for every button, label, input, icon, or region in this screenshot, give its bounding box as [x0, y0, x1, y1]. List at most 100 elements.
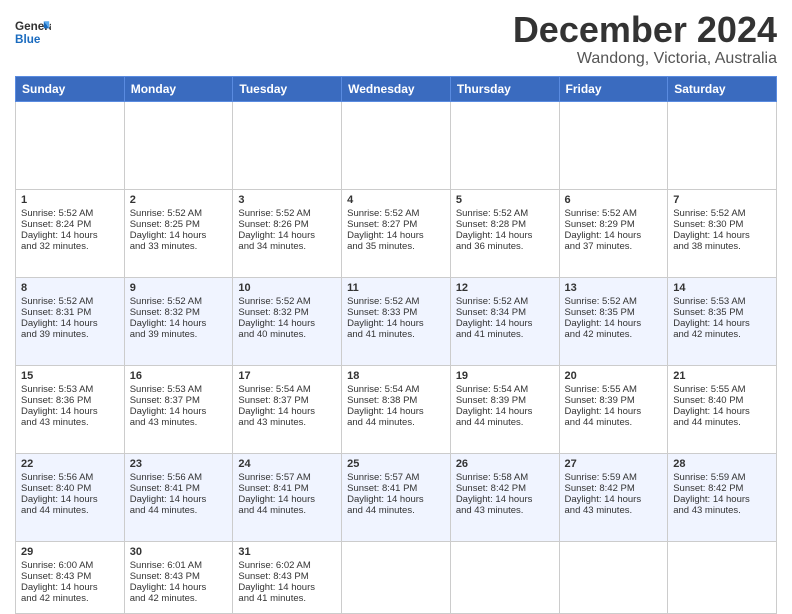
daylight-text: Daylight: 14 hours — [238, 494, 315, 505]
sunset-text: Sunset: 8:26 PM — [238, 219, 308, 230]
table-row: 1Sunrise: 5:52 AMSunset: 8:24 PMDaylight… — [16, 189, 125, 277]
header-tuesday: Tuesday — [233, 76, 342, 101]
daylight-minutes-text: and 43 minutes. — [673, 505, 741, 516]
daylight-minutes-text: and 39 minutes. — [130, 329, 198, 340]
daylight-text: Daylight: 14 hours — [456, 230, 533, 241]
sunset-text: Sunset: 8:43 PM — [130, 571, 200, 582]
table-row — [342, 541, 451, 613]
days-header-row: Sunday Monday Tuesday Wednesday Thursday… — [16, 76, 777, 101]
day-number: 27 — [565, 458, 663, 470]
logo-icon: General Blue — [15, 14, 51, 50]
sunset-text: Sunset: 8:39 PM — [565, 395, 635, 406]
table-row — [559, 541, 668, 613]
daylight-minutes-text: and 34 minutes. — [238, 241, 306, 252]
daylight-minutes-text: and 37 minutes. — [565, 241, 633, 252]
sunset-text: Sunset: 8:39 PM — [456, 395, 526, 406]
table-row: 6Sunrise: 5:52 AMSunset: 8:29 PMDaylight… — [559, 189, 668, 277]
table-row: 10Sunrise: 5:52 AMSunset: 8:32 PMDayligh… — [233, 277, 342, 365]
sunset-text: Sunset: 8:42 PM — [565, 483, 635, 494]
header-friday: Friday — [559, 76, 668, 101]
sunset-text: Sunset: 8:43 PM — [21, 571, 91, 582]
daylight-text: Daylight: 14 hours — [673, 318, 750, 329]
day-number: 21 — [673, 370, 771, 382]
daylight-text: Daylight: 14 hours — [565, 406, 642, 417]
title-block: December 2024 Wandong, Victoria, Austral… — [513, 10, 777, 68]
daylight-minutes-text: and 43 minutes. — [456, 505, 524, 516]
day-number: 30 — [130, 546, 228, 558]
day-number: 1 — [21, 194, 119, 206]
sunrise-text: Sunrise: 5:57 AM — [347, 472, 419, 483]
sunrise-text: Sunrise: 5:52 AM — [456, 296, 528, 307]
daylight-text: Daylight: 14 hours — [673, 406, 750, 417]
month-title: December 2024 — [513, 10, 777, 50]
daylight-minutes-text: and 42 minutes. — [130, 593, 198, 604]
calendar-table: Sunday Monday Tuesday Wednesday Thursday… — [15, 76, 777, 614]
day-number: 20 — [565, 370, 663, 382]
header-thursday: Thursday — [450, 76, 559, 101]
daylight-minutes-text: and 44 minutes. — [130, 505, 198, 516]
sunrise-text: Sunrise: 5:52 AM — [238, 296, 310, 307]
header-sunday: Sunday — [16, 76, 125, 101]
day-number: 16 — [130, 370, 228, 382]
sunrise-text: Sunrise: 6:02 AM — [238, 560, 310, 571]
sunrise-text: Sunrise: 6:01 AM — [130, 560, 202, 571]
sunset-text: Sunset: 8:32 PM — [130, 307, 200, 318]
table-row: 28Sunrise: 5:59 AMSunset: 8:42 PMDayligh… — [668, 453, 777, 541]
daylight-text: Daylight: 14 hours — [673, 230, 750, 241]
daylight-text: Daylight: 14 hours — [21, 318, 98, 329]
daylight-text: Daylight: 14 hours — [130, 494, 207, 505]
table-row: 8Sunrise: 5:52 AMSunset: 8:31 PMDaylight… — [16, 277, 125, 365]
sunset-text: Sunset: 8:35 PM — [565, 307, 635, 318]
daylight-text: Daylight: 14 hours — [347, 230, 424, 241]
table-row — [450, 541, 559, 613]
day-number: 3 — [238, 194, 336, 206]
daylight-text: Daylight: 14 hours — [238, 582, 315, 593]
daylight-minutes-text: and 42 minutes. — [565, 329, 633, 340]
sunset-text: Sunset: 8:37 PM — [130, 395, 200, 406]
table-row: 31Sunrise: 6:02 AMSunset: 8:43 PMDayligh… — [233, 541, 342, 613]
sunset-text: Sunset: 8:37 PM — [238, 395, 308, 406]
daylight-minutes-text: and 43 minutes. — [565, 505, 633, 516]
daylight-text: Daylight: 14 hours — [130, 318, 207, 329]
main-container: General Blue December 2024 Wandong, Vict… — [0, 0, 792, 612]
table-row — [233, 101, 342, 189]
sunset-text: Sunset: 8:25 PM — [130, 219, 200, 230]
sunset-text: Sunset: 8:41 PM — [347, 483, 417, 494]
day-number: 15 — [21, 370, 119, 382]
sunrise-text: Sunrise: 5:52 AM — [21, 208, 93, 219]
sunset-text: Sunset: 8:28 PM — [456, 219, 526, 230]
daylight-text: Daylight: 14 hours — [565, 318, 642, 329]
sunset-text: Sunset: 8:41 PM — [130, 483, 200, 494]
sunrise-text: Sunrise: 5:52 AM — [130, 208, 202, 219]
header: General Blue December 2024 Wandong, Vict… — [15, 10, 777, 68]
daylight-text: Daylight: 14 hours — [238, 230, 315, 241]
table-row: 3Sunrise: 5:52 AMSunset: 8:26 PMDaylight… — [233, 189, 342, 277]
table-row: 21Sunrise: 5:55 AMSunset: 8:40 PMDayligh… — [668, 365, 777, 453]
sunset-text: Sunset: 8:43 PM — [238, 571, 308, 582]
sunset-text: Sunset: 8:41 PM — [238, 483, 308, 494]
daylight-minutes-text: and 44 minutes. — [21, 505, 89, 516]
day-number: 4 — [347, 194, 445, 206]
sunset-text: Sunset: 8:31 PM — [21, 307, 91, 318]
table-row: 20 Sunrise: 5:55 AMSunset: 8:39 PMDayligh… — [559, 365, 668, 453]
daylight-minutes-text: and 39 minutes. — [21, 329, 89, 340]
daylight-minutes-text: and 40 minutes. — [238, 329, 306, 340]
sunrise-text: Sunrise: 5:54 AM — [238, 384, 310, 395]
sunset-text: Sunset: 8:29 PM — [565, 219, 635, 230]
day-number: 22 — [21, 458, 119, 470]
daylight-minutes-text: and 44 minutes. — [347, 417, 415, 428]
day-number: 28 — [673, 458, 771, 470]
table-row: 7Sunrise: 5:52 AMSunset: 8:30 PMDaylight… — [668, 189, 777, 277]
header-saturday: Saturday — [668, 76, 777, 101]
daylight-text: Daylight: 14 hours — [456, 494, 533, 505]
daylight-minutes-text: and 43 minutes. — [130, 417, 198, 428]
sunrise-text: Sunrise: 5:55 AM — [565, 384, 637, 395]
day-number: 14 — [673, 282, 771, 294]
sunset-text: Sunset: 8:40 PM — [21, 483, 91, 494]
daylight-minutes-text: and 33 minutes. — [130, 241, 198, 252]
daylight-minutes-text: and 42 minutes. — [21, 593, 89, 604]
table-row: 16Sunrise: 5:53 AMSunset: 8:37 PMDayligh… — [124, 365, 233, 453]
sunset-text: Sunset: 8:30 PM — [673, 219, 743, 230]
table-row: 2Sunrise: 5:52 AMSunset: 8:25 PMDaylight… — [124, 189, 233, 277]
day-number: 7 — [673, 194, 771, 206]
